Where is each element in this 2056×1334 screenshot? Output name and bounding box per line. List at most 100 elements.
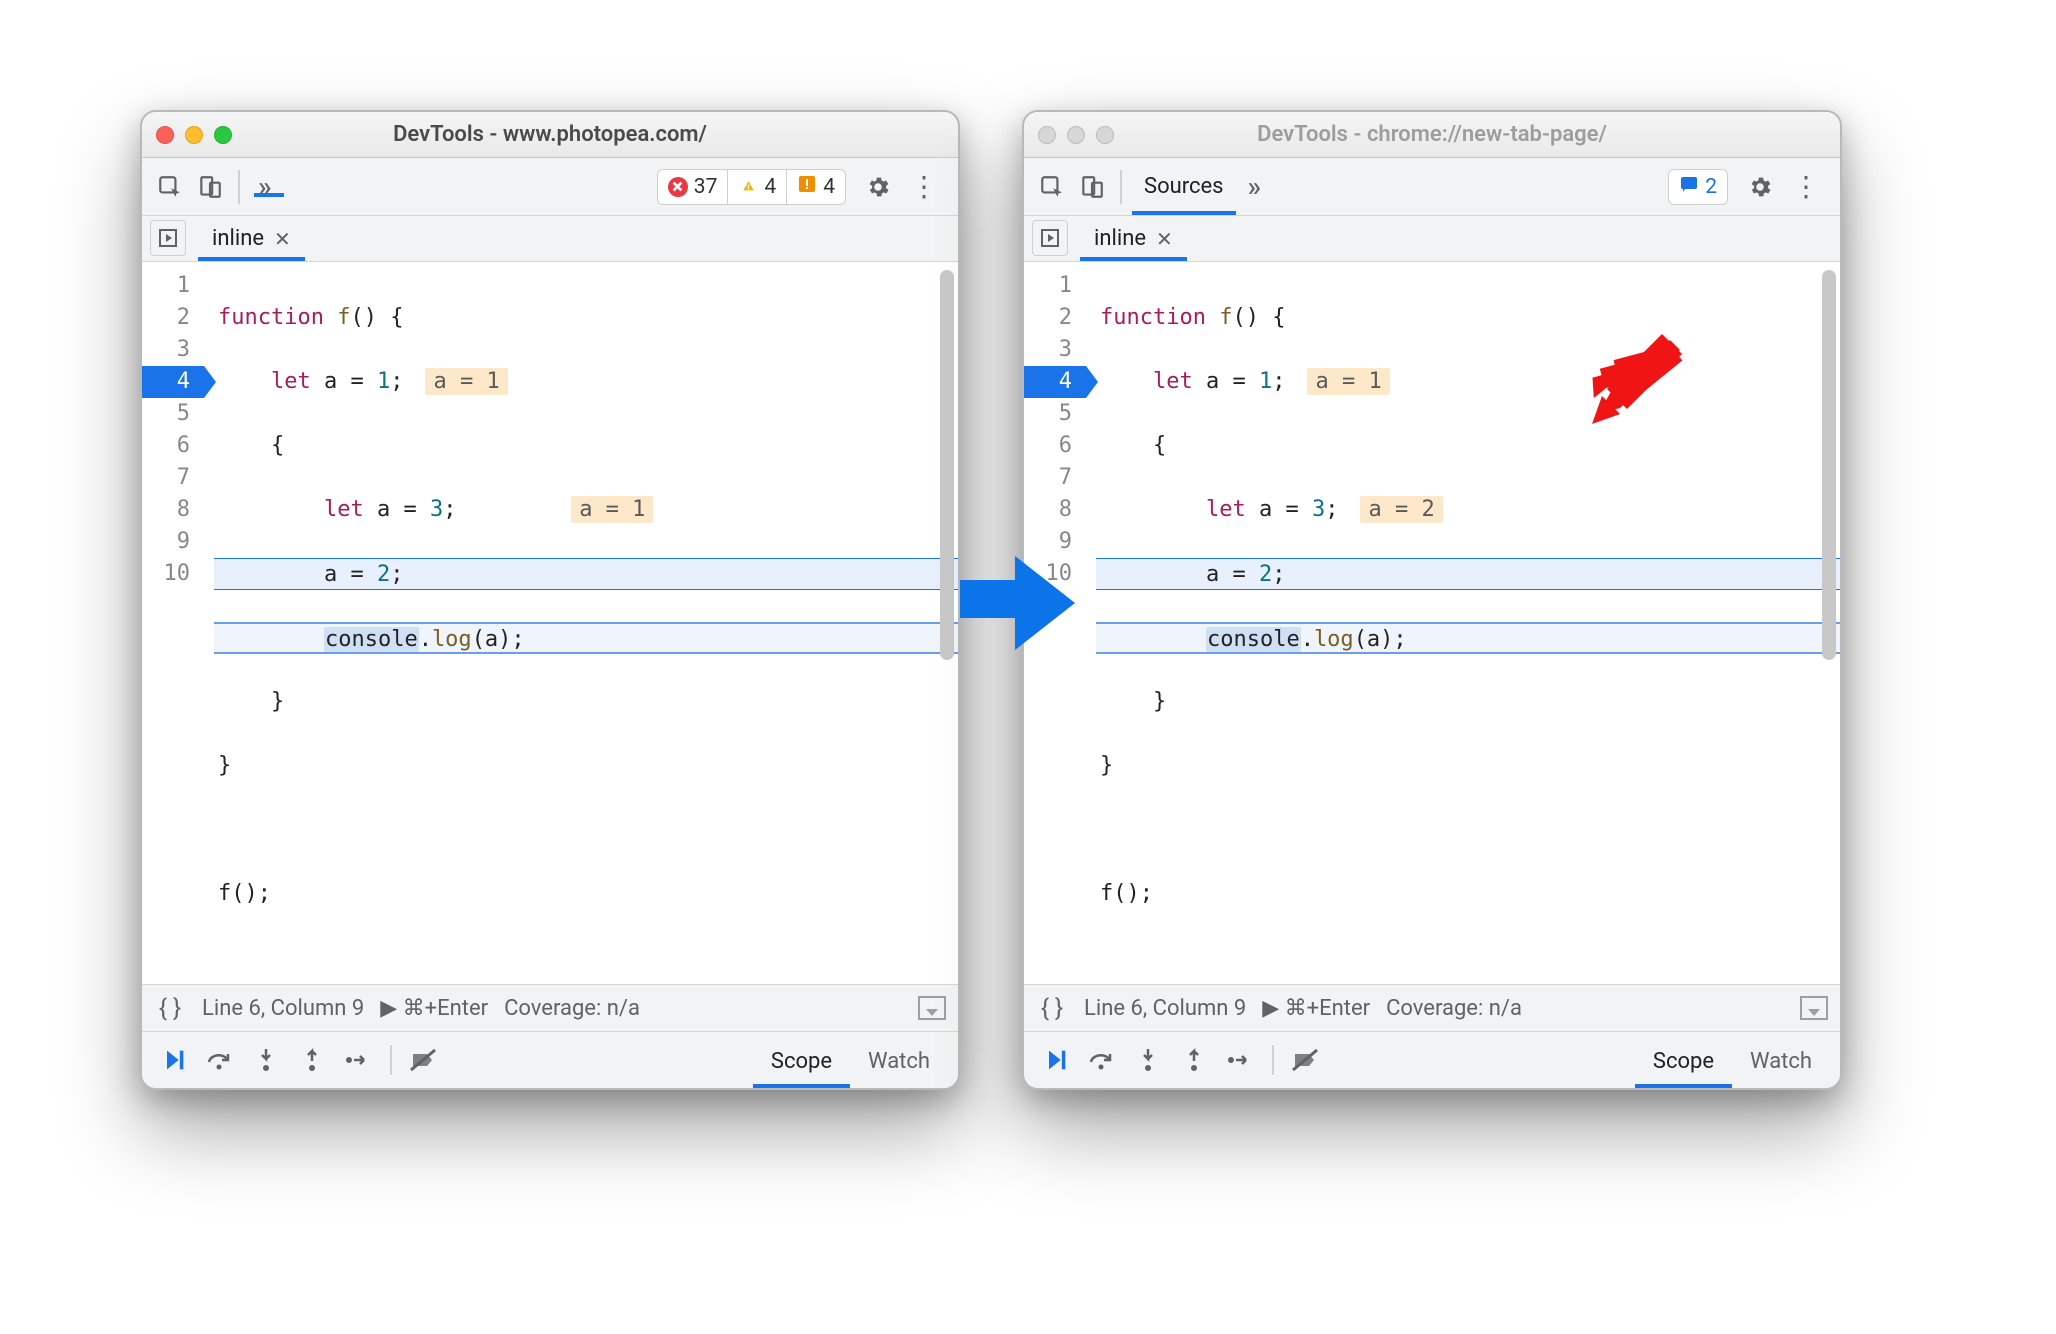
settings-icon[interactable] (1742, 169, 1778, 205)
issues-badge[interactable]: 4 (787, 170, 845, 204)
active-tab-underline (254, 193, 284, 197)
warnings-badge[interactable]: 4 (728, 170, 787, 204)
close-icon[interactable]: ✕ (274, 227, 291, 251)
deactivate-breakpoints-icon[interactable] (1284, 1040, 1328, 1080)
line-number: 3 (1024, 334, 1076, 366)
maximize-button[interactable] (1096, 126, 1114, 144)
scope-tab[interactable]: Scope (753, 1035, 850, 1088)
close-button[interactable] (1038, 126, 1056, 144)
maximize-button[interactable] (214, 126, 232, 144)
more-tabs-icon[interactable]: » (1240, 173, 1270, 201)
editor-statusbar: { } Line 6, Column 9 ▶ ⌘+Enter Coverage:… (142, 984, 958, 1032)
code-area[interactable]: function f() { let a = 1;a = 1 { let a =… (202, 262, 958, 984)
code-editor[interactable]: 1 2 3 4 5 6 7 8 9 10 function f() { let … (142, 262, 958, 984)
cursor-position: Line 6, Column 9 (1084, 996, 1246, 1021)
device-toggle-icon[interactable] (1074, 169, 1110, 205)
step-out-icon[interactable] (290, 1040, 334, 1080)
device-toggle-icon[interactable] (192, 169, 228, 205)
resume-icon[interactable] (1034, 1040, 1078, 1080)
file-tab-inline[interactable]: inline ✕ (198, 218, 305, 261)
close-icon[interactable]: ✕ (1156, 227, 1173, 251)
titlebar[interactable]: DevTools - www.photopea.com/ (142, 112, 958, 158)
line-number-execution[interactable]: 4 (1024, 366, 1086, 398)
traffic-lights (1038, 126, 1114, 144)
toolbar-separator (1120, 170, 1122, 204)
line-number: 8 (142, 494, 194, 526)
titlebar[interactable]: DevTools - chrome://new-tab-page/ (1024, 112, 1840, 158)
warnings-count: 4 (764, 175, 776, 199)
scrollbar-thumb[interactable] (940, 270, 954, 660)
scope-tab[interactable]: Scope (1635, 1035, 1732, 1088)
kebab-menu-icon[interactable]: ⋮ (900, 170, 948, 203)
inline-value-hint: a = 2 (1360, 496, 1442, 523)
attention-arrow-icon (1592, 334, 1682, 424)
messages-count: 2 (1705, 175, 1717, 199)
settings-icon[interactable] (860, 169, 896, 205)
step-into-icon[interactable] (1126, 1040, 1170, 1080)
editor-statusbar: { } Line 6, Column 9 ▶ ⌘+Enter Coverage:… (1024, 984, 1840, 1032)
errors-badge[interactable]: 37 (658, 170, 729, 204)
console-status-badges[interactable]: 37 4 4 (657, 169, 846, 205)
step-over-icon[interactable] (1080, 1040, 1124, 1080)
line-number: 10 (142, 558, 194, 590)
debugger-toolbar: Scope Watch (1024, 1032, 1840, 1088)
kebab-menu-icon[interactable]: ⋮ (1782, 170, 1830, 203)
dropdown-icon[interactable] (1800, 996, 1828, 1020)
inspect-icon[interactable] (152, 169, 188, 205)
step-out-icon[interactable] (1172, 1040, 1216, 1080)
step-over-icon[interactable] (198, 1040, 242, 1080)
line-number: 7 (142, 462, 194, 494)
minimize-button[interactable] (1067, 126, 1085, 144)
inspect-icon[interactable] (1034, 169, 1070, 205)
dropdown-icon[interactable] (918, 996, 946, 1020)
messages-badge[interactable]: 2 (1668, 169, 1728, 205)
line-number: 8 (1024, 494, 1076, 526)
line-number-execution[interactable]: 4 (142, 366, 204, 398)
inline-value-hint: a = 1 (1307, 368, 1389, 395)
message-icon (1679, 174, 1699, 200)
watch-tab[interactable]: Watch (850, 1035, 948, 1088)
highlighted-token: console (1206, 627, 1301, 652)
minimize-button[interactable] (185, 126, 203, 144)
debugger-controller-icon[interactable] (150, 220, 186, 256)
debugger-controller-icon[interactable] (1032, 220, 1068, 256)
watch-tab[interactable]: Watch (1732, 1035, 1830, 1088)
inline-value-hint: a = 1 (425, 368, 507, 395)
line-number: 1 (1024, 270, 1076, 302)
execute-hint[interactable]: ▶ ⌘+Enter (380, 996, 488, 1021)
close-button[interactable] (156, 126, 174, 144)
line-gutter: 1 2 3 4 5 6 7 8 9 10 (142, 262, 202, 984)
line-number: 3 (142, 334, 194, 366)
window-title: DevTools - www.photopea.com/ (142, 122, 958, 147)
line-number: 2 (1024, 302, 1076, 334)
pretty-print-icon[interactable]: { } (1036, 994, 1068, 1022)
line-number: 2 (142, 302, 194, 334)
file-tabstrip: inline ✕ (142, 216, 958, 262)
scope-tabs: Scope Watch (1635, 1032, 1830, 1088)
devtools-window-left: DevTools - www.photopea.com/ » 37 4 (140, 110, 960, 1090)
execute-hint[interactable]: ▶ ⌘+Enter (1262, 996, 1370, 1021)
line-number: 6 (1024, 430, 1076, 462)
code-area[interactable]: function f() { let a = 1;a = 1 { let a =… (1084, 262, 1840, 984)
warning-icon (738, 177, 758, 197)
deactivate-breakpoints-icon[interactable] (402, 1040, 446, 1080)
step-into-icon[interactable] (244, 1040, 288, 1080)
debugger-toolbar: Scope Watch (142, 1032, 958, 1088)
code-editor[interactable]: 1 2 3 4 5 6 7 8 9 10 function f() { let … (1024, 262, 1840, 984)
sources-tab[interactable]: Sources (1132, 160, 1236, 215)
step-icon[interactable] (336, 1040, 380, 1080)
comparison-stage: DevTools - www.photopea.com/ » 37 4 (140, 110, 1890, 1130)
coverage-status: Coverage: n/a (1386, 996, 1522, 1021)
main-toolbar: » 37 4 4 ⋮ (142, 158, 958, 216)
file-tab-inline[interactable]: inline ✕ (1080, 218, 1187, 261)
inline-value-hint: a = 1 (571, 496, 653, 523)
scrollbar-thumb[interactable] (1822, 270, 1836, 660)
line-number: 9 (142, 526, 194, 558)
issues-count: 4 (823, 175, 835, 199)
step-icon[interactable] (1218, 1040, 1262, 1080)
pretty-print-icon[interactable]: { } (154, 994, 186, 1022)
devtools-window-right: DevTools - chrome://new-tab-page/ Source… (1022, 110, 1842, 1090)
toolbar-separator (1272, 1045, 1274, 1075)
resume-icon[interactable] (152, 1040, 196, 1080)
file-tabstrip: inline ✕ (1024, 216, 1840, 262)
